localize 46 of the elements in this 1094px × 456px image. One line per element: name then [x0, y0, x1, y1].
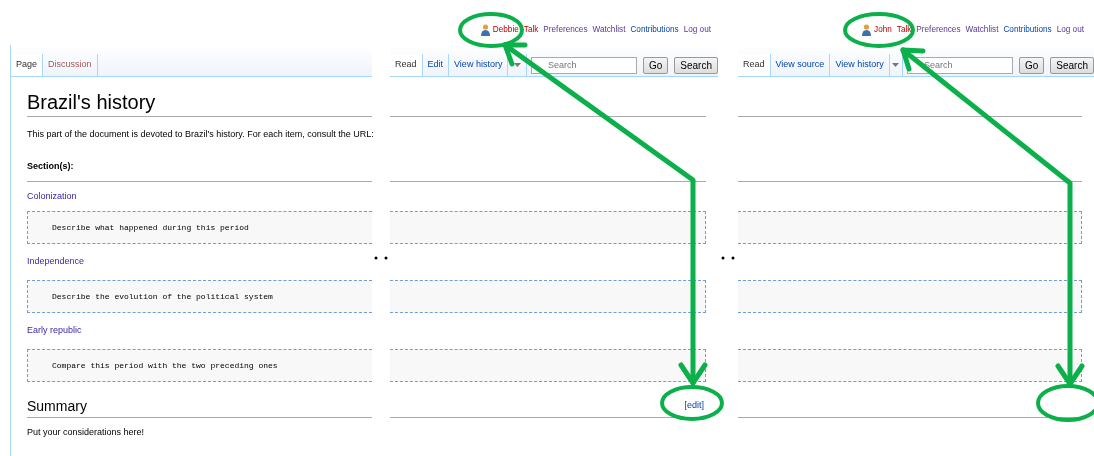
section-link[interactable]: Colonization: [27, 189, 77, 204]
page-tab[interactable]: Page: [11, 54, 44, 76]
page-title: Brazil's history: [27, 90, 156, 114]
view-tab[interactable]: Read: [390, 54, 423, 76]
ellipsis-icon: [374, 256, 388, 260]
view-tab[interactable]: Edit: [422, 54, 450, 76]
personal-link[interactable]: Log out: [1056, 23, 1084, 36]
dropdown-caret-icon[interactable]: [892, 63, 900, 67]
personal-link[interactable]: Preferences: [543, 23, 588, 36]
intro-text: This part of the document is devoted to Brazil's history. For each item, consult the URL:: [27, 127, 374, 141]
personal-link[interactable]: Talk: [896, 23, 912, 36]
view-tab[interactable]: View history: [830, 54, 890, 76]
prompt-text: Compare this period with the two preceding ones: [52, 359, 278, 372]
highlight-ellipse: [458, 12, 524, 48]
personal-link[interactable]: Contributions: [630, 23, 679, 36]
prompt-text: Describe what happened during this period: [52, 221, 249, 234]
dropdown-caret-icon[interactable]: [513, 63, 521, 67]
sections-heading: Section(s):: [27, 159, 74, 173]
view-tab[interactable]: View history: [449, 54, 509, 76]
personal-link[interactable]: Watchlist: [965, 23, 999, 36]
search-button[interactable]: Go: [1018, 56, 1045, 74]
personal-link[interactable]: Contributions: [1003, 23, 1052, 36]
prompt-text: Describe the evolution of the political system: [52, 290, 273, 303]
search-button[interactable]: Search: [1050, 56, 1094, 74]
personal-link[interactable]: Watchlist: [592, 23, 626, 36]
search-field[interactable]: Search: [530, 56, 637, 74]
user-link[interactable]: John: [874, 23, 892, 36]
search-button[interactable]: Go: [642, 56, 669, 74]
section-link[interactable]: Independence: [27, 255, 85, 269]
view-tab[interactable]: Read: [738, 54, 771, 76]
summary-text: Put your considerations here!: [27, 426, 145, 440]
section-link[interactable]: Early republic: [27, 324, 82, 338]
page-tab[interactable]: Discussion: [43, 54, 98, 76]
user-icon: [480, 23, 490, 36]
view-tab[interactable]: View source: [770, 54, 831, 76]
personal-link[interactable]: Talk: [523, 23, 539, 36]
highlight-ellipse: [843, 12, 915, 48]
ellipsis-icon: [721, 256, 735, 260]
personal-link[interactable]: Log out: [683, 23, 711, 36]
edit-link[interactable]: [edit]: [684, 398, 704, 412]
user-link[interactable]: Debbie: [492, 23, 519, 36]
highlight-ellipse: [660, 385, 724, 421]
summary-heading: Summary: [27, 397, 87, 415]
search-button[interactable]: Search: [674, 56, 718, 74]
personal-link[interactable]: Preferences: [916, 23, 961, 36]
user-icon: [862, 23, 872, 36]
